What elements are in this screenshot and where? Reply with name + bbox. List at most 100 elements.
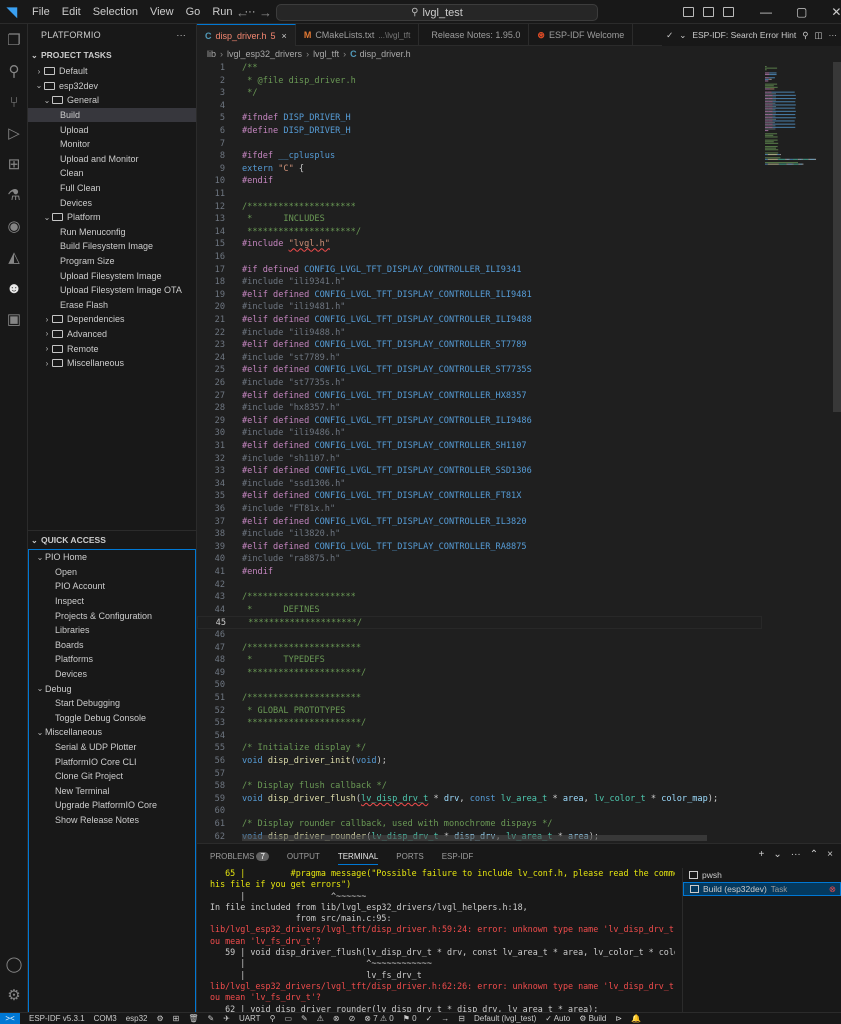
toggle-panel-icon[interactable]	[703, 7, 714, 17]
status-arrow-icon[interactable]: →	[441, 1014, 449, 1023]
task-item-dependencies[interactable]: › Dependencies	[28, 312, 196, 327]
minimap[interactable]	[763, 62, 833, 842]
task-item-remote[interactable]: › Remote	[28, 341, 196, 356]
new-terminal-icon[interactable]: +	[759, 849, 765, 860]
quick-access-item-miscellaneous[interactable]: ⌄ Miscellaneous	[29, 725, 195, 740]
menu-file[interactable]: File	[26, 0, 56, 24]
status-settings-icon[interactable]: ⚙	[157, 1014, 164, 1023]
status-menuconfig-icon[interactable]: ⊞	[173, 1014, 180, 1023]
quick-access-item-toggle-debug-console[interactable]: Toggle Debug Console	[29, 711, 195, 726]
status-trash-icon[interactable]: 🗑	[188, 1014, 198, 1023]
editor-more-icon[interactable]: ···	[829, 30, 838, 40]
status-esp-idf-version[interactable]: ESP-IDF v5.3.1	[29, 1014, 85, 1023]
menu-selection[interactable]: Selection	[87, 0, 144, 24]
horizontal-scrollbar[interactable]	[242, 835, 707, 841]
maximize-panel-icon[interactable]: ⌃	[810, 849, 818, 860]
close-window-icon[interactable]: ✕	[831, 5, 841, 19]
terminal-instance-build-esp32dev[interactable]: Build (esp32dev) Task ⊗	[683, 882, 841, 896]
status-monitor-icon[interactable]: ▭	[284, 1014, 292, 1023]
status-com-port[interactable]: COM3	[94, 1014, 117, 1023]
panel-tab-output[interactable]: OUTPUT	[287, 852, 320, 861]
quick-access-item-devices[interactable]: Devices	[29, 667, 195, 682]
toggle-sidebar-icon[interactable]	[683, 7, 694, 17]
task-item-upload-and-monitor[interactable]: Upload and Monitor	[28, 152, 196, 167]
task-item-default[interactable]: › Default	[28, 64, 196, 79]
command-center-search[interactable]: ⚲ lvgl_test	[276, 4, 598, 21]
vertical-scrollbar[interactable]	[833, 62, 841, 412]
quick-access-item-boards[interactable]: Boards	[29, 638, 195, 653]
close-tab-icon[interactable]: ×	[282, 31, 287, 41]
task-item-miscellaneous[interactable]: › Miscellaneous	[28, 356, 196, 371]
task-item-upload-filesystem-image[interactable]: Upload Filesystem Image	[28, 268, 196, 283]
check-icon[interactable]: ✓	[666, 30, 673, 41]
task-item-advanced[interactable]: › Advanced	[28, 327, 196, 342]
source-control-icon[interactable]: ⑂	[0, 88, 28, 116]
quick-access-item-serial-udp-plotter[interactable]: Serial & UDP Plotter	[29, 740, 195, 755]
manage-gear-icon[interactable]: ⚙	[0, 981, 28, 1009]
terminal-dropdown-icon[interactable]: ⌄	[773, 849, 781, 860]
status-problems-count[interactable]: ⊗ 7 ⚠ 0	[364, 1014, 393, 1023]
status-build-button[interactable]: ⚙ Build	[579, 1014, 606, 1023]
status-check-icon[interactable]: ✓	[426, 1014, 433, 1023]
quick-access-header[interactable]: ⌄ QUICK ACCESS	[28, 531, 197, 549]
task-item-upload[interactable]: Upload	[28, 122, 196, 137]
split-editor-icon[interactable]: ◫	[814, 30, 822, 41]
maximize-icon[interactable]: ▢	[796, 5, 807, 19]
search-activity-icon[interactable]: ⚲	[0, 57, 28, 85]
quick-access-item-open[interactable]: Open	[29, 565, 195, 580]
status-stop-icon[interactable]: ⊘	[349, 1014, 356, 1023]
task-item-full-clean[interactable]: Full Clean	[28, 181, 196, 196]
menu-go[interactable]: Go	[180, 0, 207, 24]
status-bell-icon[interactable]: 🔔	[631, 1014, 641, 1023]
status-flash-icon[interactable]: ✈	[223, 1014, 230, 1023]
task-item-platform[interactable]: ⌄ Platform	[28, 210, 196, 225]
quick-access-item-libraries[interactable]: Libraries	[29, 623, 195, 638]
task-item-program-size[interactable]: Program Size	[28, 254, 196, 269]
quick-access-item-pio-home[interactable]: ⌄ PIO Home	[29, 550, 195, 565]
sidebar-more-button[interactable]: ···	[176, 30, 186, 40]
tab-release-notes-1-95-0[interactable]: Release Notes: 1.95.0	[419, 24, 530, 46]
tab-cmakelists-txt[interactable]: M CMakeLists.txt ...\lvgl_tft	[296, 24, 420, 46]
task-item-general[interactable]: ⌄ General	[28, 93, 196, 108]
task-item-clean[interactable]: Clean	[28, 166, 196, 181]
forward-arrow-icon[interactable]: →	[259, 5, 272, 20]
quick-access-item-projects-configuration[interactable]: Projects & Configuration	[29, 608, 195, 623]
extensions-icon[interactable]: ⊞	[0, 150, 28, 178]
platformio-icon[interactable]: ☻	[0, 274, 28, 302]
remote-icon[interactable]: ◭	[0, 243, 28, 271]
status-error-icon[interactable]: ⊗	[333, 1014, 340, 1023]
status-pio-environment[interactable]: Default (lvgl_test)	[474, 1014, 536, 1023]
task-item-erase-flash[interactable]: Erase Flash	[28, 298, 196, 313]
task-item-run-menuconfig[interactable]: Run Menuconfig	[28, 225, 196, 240]
minimize-icon[interactable]: —	[760, 5, 772, 19]
quick-access-item-debug[interactable]: ⌄ Debug	[29, 681, 195, 696]
panel-tab-problems[interactable]: PROBLEMS 7	[210, 851, 269, 861]
status-run-icon[interactable]: ⊳	[615, 1014, 622, 1023]
breadcrumb-file[interactable]: disp_driver.h	[360, 49, 411, 59]
status-pencil-icon[interactable]: ✎	[301, 1014, 308, 1023]
quick-access-item-platformio-core-cli[interactable]: PlatformIO Core CLI	[29, 754, 195, 769]
task-item-esp32dev[interactable]: ⌄ esp32dev	[28, 79, 196, 94]
chevron-down-icon[interactable]: ⌄	[679, 30, 686, 41]
task-item-upload-filesystem-image-ota[interactable]: Upload Filesystem Image OTA	[28, 283, 196, 298]
search-error-hint-button[interactable]: ESP-IDF: Search Error Hint	[692, 30, 796, 40]
explorer-icon[interactable]: ❐	[0, 26, 28, 54]
back-arrow-icon[interactable]: ←	[236, 5, 249, 20]
quick-access-item-start-debugging[interactable]: Start Debugging	[29, 696, 195, 711]
menu-view[interactable]: View	[144, 0, 180, 24]
terminal-output[interactable]: 65 | #pragma message("Possible failure t…	[210, 868, 675, 1013]
quick-access-item-pio-account[interactable]: PIO Account	[29, 579, 195, 594]
menu-run[interactable]: Run	[206, 0, 238, 24]
status-edit-icon[interactable]: ✎	[208, 1014, 215, 1023]
testing-icon[interactable]: ⚗	[0, 181, 28, 209]
task-item-monitor[interactable]: Monitor	[28, 137, 196, 152]
task-item-devices[interactable]: Devices	[28, 195, 196, 210]
breadcrumb-lvgl-esp32-drivers[interactable]: lvgl_esp32_drivers	[227, 49, 302, 59]
panel-more-icon[interactable]: ···	[791, 849, 801, 860]
status-terminal-icon[interactable]: ⊟	[458, 1014, 465, 1023]
toggle-secondary-sidebar-icon[interactable]	[723, 7, 734, 17]
breadcrumb-lib[interactable]: lib	[207, 49, 216, 59]
tab-disp-driver-h[interactable]: Cdisp_driver.h 5 ×	[197, 24, 296, 46]
breadcrumb-lvgl-tft[interactable]: lvgl_tft	[313, 49, 339, 59]
task-item-build[interactable]: Build	[28, 107, 196, 123]
